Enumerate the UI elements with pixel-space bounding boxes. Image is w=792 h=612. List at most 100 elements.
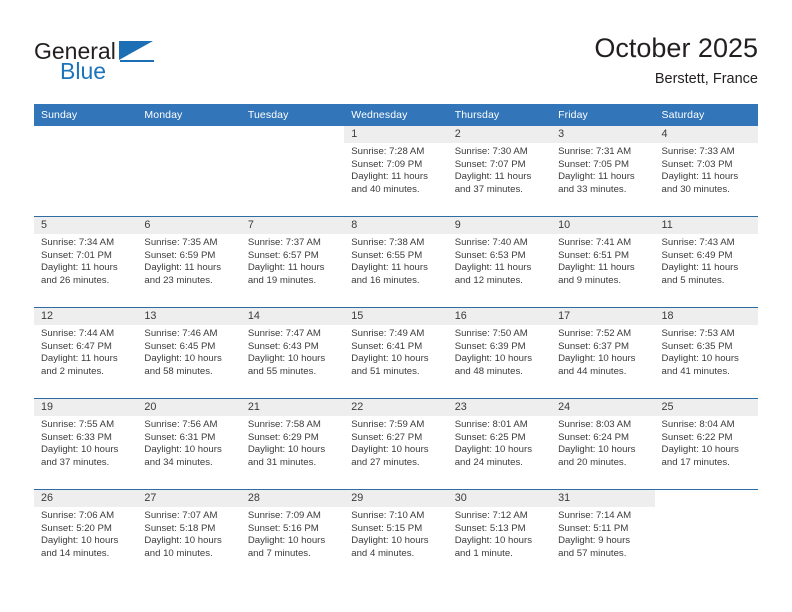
day-detail-sunset: Sunset: 6:35 PM	[661, 340, 733, 352]
day-detail-sunrise: Sunrise: 7:52 AM	[558, 328, 632, 339]
day-detail-sunrise: Sunrise: 7:09 AM	[247, 510, 321, 521]
calendar-day-cell[interactable]: 5 Sunrise: 7:34 AM Sunset: 7:01 PM Daylight…	[34, 216, 138, 308]
calendar-day-cell[interactable]: 19 Sunrise: 7:55 AM Sunset: 6:33 PM Dayligh…	[34, 398, 138, 490]
day-detail-sunset: Sunset: 5:11 PM	[558, 522, 629, 534]
calendar-day-cell[interactable]: 29 Sunrise: 7:10 AM Sunset: 5:15 PM Dayligh…	[344, 489, 448, 580]
calendar-page: General Blue October 2025 Berstett, Fran…	[0, 0, 792, 612]
calendar-day-cell-empty	[137, 126, 241, 217]
calendar-day-cell[interactable]: 14 Sunrise: 7:47 AM Sunset: 6:43 PM Dayligh…	[240, 307, 345, 399]
calendar-day-cell[interactable]: 8 Sunrise: 7:38 AM Sunset: 6:55 PM Daylight…	[344, 216, 448, 308]
calendar-day-cell[interactable]: 25 Sunrise: 8:04 AM Sunset: 6:22 PM Dayligh…	[654, 398, 758, 490]
day-detail-daylight1: Daylight: 10 hours	[41, 535, 119, 547]
calendar-day-cell[interactable]: 23 Sunrise: 8:01 AM Sunset: 6:25 PM Dayligh…	[447, 398, 552, 490]
weekday-header-tuesday: Tuesday	[240, 104, 345, 126]
calendar-day-cell[interactable]: 27 Sunrise: 7:07 AM Sunset: 5:18 PM Dayligh…	[137, 489, 241, 580]
day-number: 22	[344, 399, 448, 416]
day-detail-daylight2: and 4 minutes.	[351, 547, 415, 559]
day-detail-sunrise: Sunrise: 7:38 AM	[351, 237, 425, 248]
calendar-day-cell-empty	[34, 126, 138, 217]
weekday-header-wednesday: Wednesday	[344, 104, 448, 126]
day-details: Sunrise: 7:34 AM Sunset: 7:01 PM Daylight:…	[34, 234, 137, 287]
day-number: 15	[344, 308, 448, 325]
day-detail-daylight2: and 12 minutes.	[454, 274, 523, 286]
day-detail-daylight2: and 31 minutes.	[247, 456, 317, 468]
calendar-day-cell[interactable]: 12 Sunrise: 7:44 AM Sunset: 6:47 PM Dayligh…	[34, 307, 138, 399]
calendar-day-cell[interactable]: 10 Sunrise: 7:41 AM Sunset: 6:51 PM Dayligh…	[551, 216, 655, 308]
day-details: Sunrise: 8:01 AM Sunset: 6:25 PM Daylight:…	[448, 416, 551, 469]
calendar-day-cell[interactable]: 2 Sunrise: 7:30 AM Sunset: 7:07 PM Daylight…	[447, 126, 552, 217]
day-cell-inner: 19 Sunrise: 7:55 AM Sunset: 6:33 PM Dayligh…	[34, 399, 138, 489]
day-detail-sunrise: Sunrise: 7:33 AM	[661, 146, 735, 157]
calendar-day-cell[interactable]: 4 Sunrise: 7:33 AM Sunset: 7:03 PM Daylight…	[654, 126, 758, 217]
day-details	[34, 143, 137, 146]
day-details: Sunrise: 7:59 AM Sunset: 6:27 PM Daylight:…	[344, 416, 447, 469]
day-detail-sunrise: Sunrise: 8:04 AM	[661, 419, 735, 430]
day-cell-inner: 28 Sunrise: 7:09 AM Sunset: 5:16 PM Dayligh…	[240, 490, 345, 580]
day-cell-inner: 23 Sunrise: 8:01 AM Sunset: 6:25 PM Dayligh…	[447, 399, 552, 489]
calendar-day-cell[interactable]: 30 Sunrise: 7:12 AM Sunset: 5:13 PM Dayligh…	[447, 489, 552, 580]
day-number	[137, 126, 241, 143]
day-number: 17	[551, 308, 655, 325]
day-detail-sunset: Sunset: 7:05 PM	[558, 158, 630, 170]
day-cell-inner: 18 Sunrise: 7:53 AM Sunset: 6:35 PM Dayligh…	[654, 308, 758, 398]
calendar-day-cell[interactable]: 28 Sunrise: 7:09 AM Sunset: 5:16 PM Dayligh…	[240, 489, 345, 580]
calendar-day-cell[interactable]: 20 Sunrise: 7:56 AM Sunset: 6:31 PM Dayligh…	[137, 398, 241, 490]
calendar-day-cell[interactable]: 18 Sunrise: 7:53 AM Sunset: 6:35 PM Dayligh…	[654, 307, 758, 399]
day-detail-sunrise: Sunrise: 7:58 AM	[247, 419, 321, 430]
day-details: Sunrise: 7:07 AM Sunset: 5:18 PM Daylight:…	[137, 507, 240, 560]
day-number	[34, 126, 138, 143]
calendar-day-cell[interactable]: 9 Sunrise: 7:40 AM Sunset: 6:53 PM Daylight…	[447, 216, 552, 308]
day-detail-sunrise: Sunrise: 7:40 AM	[454, 237, 528, 248]
day-detail-sunrise: Sunrise: 7:46 AM	[144, 328, 218, 339]
day-detail-daylight1: Daylight: 11 hours	[661, 262, 739, 274]
day-details: Sunrise: 7:47 AM Sunset: 6:43 PM Daylight:…	[241, 325, 344, 378]
day-detail-daylight2: and 20 minutes.	[558, 456, 627, 468]
day-detail-sunset: Sunset: 6:45 PM	[144, 340, 216, 352]
day-details: Sunrise: 7:53 AM Sunset: 6:35 PM Daylight:…	[655, 325, 758, 378]
calendar-day-cell[interactable]: 24 Sunrise: 8:03 AM Sunset: 6:24 PM Dayligh…	[551, 398, 655, 490]
day-detail-sunrise: Sunrise: 7:56 AM	[144, 419, 218, 430]
calendar-day-cell[interactable]: 1 Sunrise: 7:28 AM Sunset: 7:09 PM Daylight…	[344, 126, 448, 217]
day-cell-inner: 16 Sunrise: 7:50 AM Sunset: 6:39 PM Dayligh…	[447, 308, 552, 398]
calendar-day-cell[interactable]: 11 Sunrise: 7:43 AM Sunset: 6:49 PM Dayligh…	[654, 216, 758, 308]
calendar-day-cell[interactable]: 6 Sunrise: 7:35 AM Sunset: 6:59 PM Daylight…	[137, 216, 241, 308]
calendar-day-cell[interactable]: 7 Sunrise: 7:37 AM Sunset: 6:57 PM Daylight…	[240, 216, 345, 308]
day-cell-inner: 20 Sunrise: 7:56 AM Sunset: 6:31 PM Dayligh…	[137, 399, 241, 489]
calendar-day-cell[interactable]: 17 Sunrise: 7:52 AM Sunset: 6:37 PM Dayligh…	[551, 307, 655, 399]
day-details: Sunrise: 7:56 AM Sunset: 6:31 PM Daylight:…	[137, 416, 240, 469]
day-detail-sunset: Sunset: 6:33 PM	[41, 431, 112, 443]
calendar-day-cell[interactable]: 15 Sunrise: 7:49 AM Sunset: 6:41 PM Dayligh…	[344, 307, 448, 399]
calendar-body: 1 Sunrise: 7:28 AM Sunset: 7:09 PM Daylight…	[34, 126, 758, 580]
calendar-day-cell[interactable]: 3 Sunrise: 7:31 AM Sunset: 7:05 PM Daylight…	[551, 126, 655, 217]
day-cell-inner: 7 Sunrise: 7:37 AM Sunset: 6:57 PM Daylight…	[240, 217, 345, 307]
day-detail-sunset: Sunset: 6:24 PM	[558, 431, 630, 443]
day-detail-daylight1: Daylight: 10 hours	[558, 353, 636, 365]
calendar-day-cell[interactable]: 16 Sunrise: 7:50 AM Sunset: 6:39 PM Dayligh…	[447, 307, 552, 399]
calendar-day-cell[interactable]: 13 Sunrise: 7:46 AM Sunset: 6:45 PM Dayligh…	[137, 307, 241, 399]
day-detail-daylight2: and 5 minutes.	[661, 274, 725, 286]
day-number: 2	[447, 126, 552, 143]
day-detail-sunrise: Sunrise: 7:35 AM	[144, 237, 218, 248]
day-details: Sunrise: 7:35 AM Sunset: 6:59 PM Daylight:…	[137, 234, 240, 287]
day-number: 13	[137, 308, 241, 325]
calendar-day-cell[interactable]: 31 Sunrise: 7:14 AM Sunset: 5:11 PM Dayligh…	[551, 489, 655, 580]
day-detail-daylight2: and 34 minutes.	[144, 456, 213, 468]
day-details: Sunrise: 7:14 AM Sunset: 5:11 PM Daylight:…	[551, 507, 654, 560]
day-number: 23	[447, 399, 552, 416]
calendar-week-row: 26 Sunrise: 7:06 AM Sunset: 5:20 PM Dayligh…	[34, 489, 758, 580]
brand-logo[interactable]: General Blue	[34, 38, 244, 92]
calendar-week-row: 19 Sunrise: 7:55 AM Sunset: 6:33 PM Dayligh…	[34, 398, 758, 490]
day-detail-daylight2: and 23 minutes.	[144, 274, 213, 286]
day-detail-daylight1: Daylight: 10 hours	[247, 535, 326, 547]
day-cell-inner: 12 Sunrise: 7:44 AM Sunset: 6:47 PM Dayligh…	[34, 308, 138, 398]
day-number: 1	[344, 126, 448, 143]
day-number: 8	[344, 217, 448, 234]
day-detail-daylight1: Daylight: 9 hours	[558, 535, 631, 547]
calendar-day-cell[interactable]: 21 Sunrise: 7:58 AM Sunset: 6:29 PM Dayligh…	[240, 398, 345, 490]
calendar-day-cell[interactable]: 22 Sunrise: 7:59 AM Sunset: 6:27 PM Dayligh…	[344, 398, 448, 490]
day-detail-sunrise: Sunrise: 7:12 AM	[454, 510, 528, 521]
day-details	[241, 143, 344, 146]
day-number: 21	[240, 399, 345, 416]
calendar-day-cell[interactable]: 26 Sunrise: 7:06 AM Sunset: 5:20 PM Dayligh…	[34, 489, 138, 580]
day-detail-sunrise: Sunrise: 7:28 AM	[351, 146, 425, 157]
